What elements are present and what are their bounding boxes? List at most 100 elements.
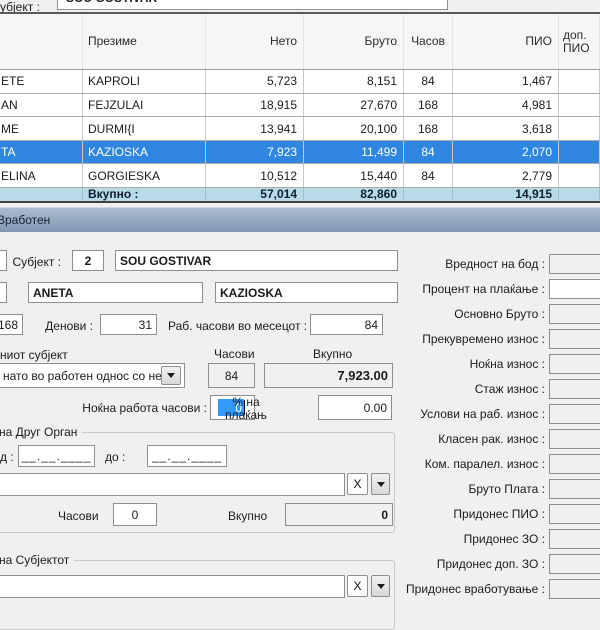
date-from-label: д : [0, 450, 14, 464]
cell: 84 [404, 141, 453, 164]
pct-of-pay-label: % на плаќањ [222, 396, 270, 422]
subject-org-combobox[interactable] [0, 575, 345, 598]
amount-field [549, 454, 600, 474]
work-hours-label: Раб. часови во месецот : [168, 319, 303, 333]
table-row[interactable]: MEDURMI{I13,94120,1001683,618 [0, 117, 600, 141]
employee-section-title: Вработен [0, 208, 50, 232]
amount-field [549, 404, 600, 424]
cell: GORGIESKA [83, 164, 206, 187]
cell: Нето [206, 14, 304, 69]
cell: 7,923 [206, 141, 304, 164]
cell: 168 [404, 94, 453, 117]
employees-table: ПрезимеНетоБрутоЧасовПИОдоп. ПИОETEKAPRO… [0, 12, 600, 203]
table-row[interactable]: ETEKAPROLI5,7238,151841,467 [0, 70, 600, 94]
table-row[interactable]: TAKAZIOSKA7,92311,499842,070 [0, 141, 600, 165]
cell: 15,440 [304, 164, 404, 187]
amount-label: Прекувремено износ : [370, 332, 545, 346]
subject-section-label: ниот субјект [0, 348, 68, 362]
cell: 27,670 [304, 94, 404, 117]
date-to-input[interactable]: __.__.____ [147, 445, 227, 467]
cell: AN [0, 94, 83, 117]
cell: 1,467 [453, 70, 559, 93]
other-organ-hours-label: Часови [58, 509, 99, 523]
cell: 10,512 [206, 164, 304, 187]
other-organ-hours-input[interactable]: 0 [113, 503, 157, 526]
first-name-input[interactable]: ANETA [28, 282, 203, 303]
date-from-input[interactable]: __.__.____ [18, 445, 95, 467]
employment-type-combobox[interactable]: нато во работен однос со неп [0, 363, 185, 388]
amount-label: Ком. паралел. износ : [370, 457, 545, 471]
employee-section-bar: Вработен [0, 207, 600, 232]
cell: 2,070 [453, 141, 559, 164]
cell: Вкупно : [83, 188, 206, 201]
amount-field [549, 504, 600, 524]
clipped-field-b[interactable] [0, 282, 7, 303]
subject-org-clear-button[interactable]: X [347, 575, 368, 597]
amount-label: Вредност на бод : [370, 257, 545, 271]
cell: Бруто [304, 14, 404, 69]
cell [559, 164, 600, 187]
cell: ETE [0, 70, 83, 93]
table-header-row: ПрезимеНетоБрутоЧасовПИОдоп. ПИО [0, 14, 600, 70]
cell: 14,915 [453, 188, 559, 201]
amount-label: Придонес вработување : [370, 582, 545, 596]
cell [0, 188, 83, 201]
other-organ-total-label: Вкупно [228, 509, 267, 523]
cell [0, 14, 83, 69]
amount-label: Стаж износ : [370, 382, 545, 396]
night-work-label: Ноќна работа часови : [60, 401, 207, 415]
cell: 13,941 [206, 117, 304, 140]
days-label: Денови : [38, 319, 93, 333]
cell: ПИО [453, 14, 559, 69]
amount-field [549, 354, 600, 374]
amount-field [549, 579, 600, 599]
amount-field[interactable] [549, 279, 600, 299]
amount-label: Ноќна износ : [370, 357, 545, 371]
cell: 2,779 [453, 164, 559, 187]
subject-name-input[interactable]: SOU GOSTIVAR [115, 250, 398, 271]
cell: TA [0, 141, 83, 164]
cell [559, 141, 600, 164]
cell: 8,151 [304, 70, 404, 93]
cell: доп. ПИО [559, 14, 600, 69]
subject-org-title: на Субјектот [0, 553, 74, 567]
hours-col-label: Часови [214, 347, 255, 361]
date-to-label: до : [105, 450, 125, 464]
cell: 11,499 [304, 141, 404, 164]
cell [559, 94, 600, 117]
cell: KAZIOSKA [83, 141, 206, 164]
cell: FEJZULAI [83, 94, 206, 117]
cell: DURMI{I [83, 117, 206, 140]
amount-field [549, 254, 600, 274]
cell: 82,860 [304, 188, 404, 201]
amount-field [549, 479, 600, 499]
subject-label: Субјект : [5, 255, 61, 269]
table-row[interactable]: ANFEJZULAI18,91527,6701684,981 [0, 94, 600, 118]
cell [559, 70, 600, 93]
chevron-down-icon [167, 373, 175, 378]
employment-type-dropdown-button[interactable] [161, 366, 181, 385]
amount-label: Придонес ПИО : [370, 507, 545, 521]
table-row[interactable]: ELINAGORGIESKA10,51215,440842,779 [0, 164, 600, 188]
cell: 57,014 [206, 188, 304, 201]
hours-168-input[interactable]: 168 [0, 314, 23, 335]
subject-code-input[interactable]: 2 [72, 250, 104, 271]
days-input[interactable]: 31 [100, 314, 157, 335]
total-col-label: Вкупно [313, 347, 352, 361]
table-total-row: Вкупно :57,01482,860 14,915 [0, 188, 600, 201]
amount-label: Бруто Плата : [370, 482, 545, 496]
amount-label: Основно Бруто : [370, 307, 545, 321]
cell: ME [0, 117, 83, 140]
subject-top-input[interactable]: SOU GOSTIVAR [57, 0, 448, 10]
cell: 5,723 [206, 70, 304, 93]
amount-field [549, 429, 600, 449]
amount-field [549, 554, 600, 574]
employment-hours-field: 84 [208, 363, 255, 388]
amount-label: Процент на плаќање : [370, 282, 545, 296]
other-organ-clear-button[interactable]: X [347, 473, 368, 495]
amount-field [549, 304, 600, 324]
cell [559, 117, 600, 140]
cell: ELINA [0, 164, 83, 187]
other-organ-combobox[interactable] [0, 473, 345, 496]
cell: Презиме [83, 14, 206, 69]
